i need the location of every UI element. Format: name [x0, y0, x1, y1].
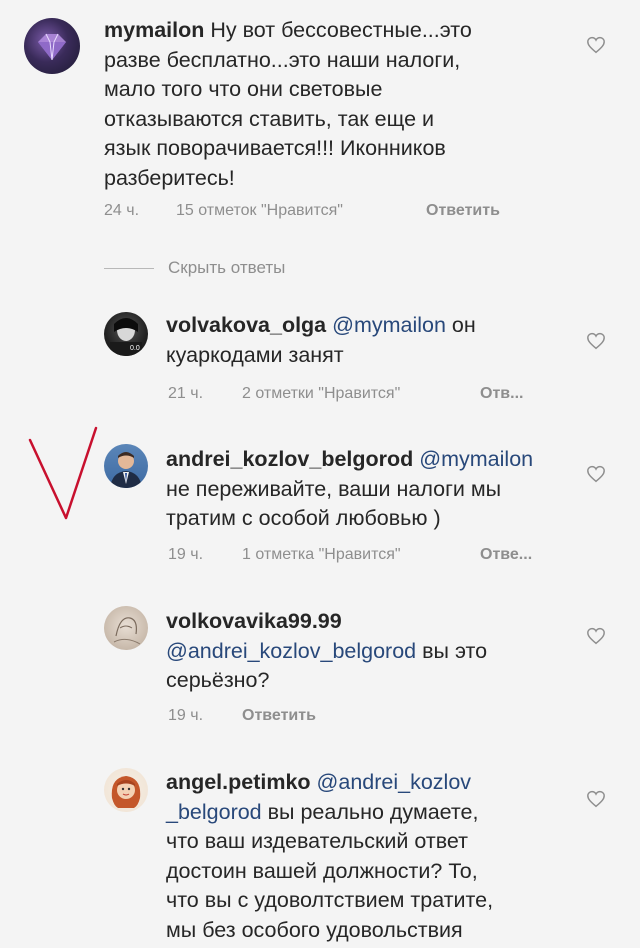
timestamp: 24 ч. — [104, 202, 140, 219]
comment-line: язык поворачивается!!! Иконников — [104, 136, 446, 160]
mention-link[interactable]: @mymailon — [413, 447, 533, 471]
sketch-portrait-icon — [113, 617, 141, 645]
username[interactable]: volvakova_olga — [166, 313, 326, 337]
comment-text: volvakova_olga @mymailon он куаркодами з… — [166, 311, 556, 370]
heart-outline-icon[interactable] — [586, 332, 606, 350]
comment-body: вы реально думаете, — [261, 799, 479, 824]
comment-line: достоин вашей должности? То, — [166, 858, 478, 883]
comment-line: разве бесплатно...это наши налоги, — [104, 47, 461, 72]
comment-text: mymailon Ну вот бессовестные...это разве… — [104, 16, 544, 193]
comment-text: angel.petimko @andrei_kozlov _belgorod в… — [166, 768, 576, 945]
checkmark-annotation — [28, 426, 98, 520]
mention-link[interactable]: @mymailon — [326, 313, 446, 337]
person-photo-icon — [110, 452, 142, 488]
diamond-icon — [38, 33, 66, 61]
avatar[interactable] — [24, 18, 80, 74]
heart-outline-icon[interactable] — [586, 36, 606, 54]
comment-body: вы это — [416, 638, 488, 663]
reply-button[interactable]: Отв... — [480, 385, 523, 403]
comment-text: volkovavika99.99 @andrei_kozlov_belgorod… — [166, 607, 566, 696]
comment-body: Ну вот бессовестные...это — [204, 18, 472, 42]
comment-line: мало того что они световые — [104, 77, 383, 101]
reply-button[interactable]: Ответить — [242, 707, 316, 725]
heart-outline-icon[interactable] — [586, 465, 606, 483]
comment-line: что вы с удоволтствием тратите, — [166, 888, 494, 912]
comment-text: andrei_kozlov_belgorod @mymailon не пере… — [166, 445, 566, 534]
timestamp: 19 ч. — [168, 546, 204, 563]
avatar[interactable]: 0.0 — [104, 312, 148, 356]
likes-count[interactable]: 1 отметка "Нравится" — [242, 546, 401, 564]
timestamp: 21 ч. — [168, 385, 204, 402]
username[interactable]: angel.petimko — [166, 770, 311, 794]
avatar[interactable] — [104, 606, 148, 650]
svg-text:0.0: 0.0 — [130, 345, 140, 352]
comment-line: разберитесь! — [104, 165, 235, 190]
likes-count[interactable]: 15 отметок "Нравится" — [176, 202, 343, 220]
avatar[interactable] — [104, 768, 148, 812]
avatar[interactable] — [104, 444, 148, 488]
cartoon-girl-icon — [111, 776, 141, 808]
likes-count[interactable]: 2 отметки "Нравится" — [242, 385, 400, 403]
mention-link[interactable]: @andrei_kozlov — [311, 770, 472, 794]
comment-line: что ваш издевательский ответ — [166, 829, 469, 853]
username[interactable]: volkovavika99.99 — [166, 609, 342, 633]
username[interactable]: mymailon — [104, 18, 204, 42]
divider — [104, 268, 154, 269]
timestamp: 19 ч. — [168, 707, 204, 724]
comment-line: серьёзно? — [166, 668, 270, 692]
comment-line: отказываются ставить, так еще и — [104, 106, 435, 131]
hide-replies-label: Скрыть ответы — [168, 258, 286, 277]
username[interactable]: andrei_kozlov_belgorod — [166, 447, 413, 471]
comment-line: куаркодами занят — [166, 342, 344, 367]
person-photo-icon: 0.0 — [110, 318, 142, 356]
comment-line: тратим с особой любовью ) — [166, 506, 441, 530]
mention-link-continued[interactable]: _belgorod — [166, 800, 262, 824]
mention-link[interactable]: @andrei_kozlov_belgorod — [166, 639, 416, 663]
comment-line: не переживайте, ваши налоги мы — [166, 476, 502, 501]
reply-button[interactable]: Ответить — [426, 202, 500, 220]
heart-outline-icon[interactable] — [586, 790, 606, 808]
reply-button[interactable]: Отве... — [480, 546, 532, 564]
comment-line: мы без особого удовольствия — [166, 917, 463, 942]
comment-body: он — [445, 313, 476, 337]
heart-outline-icon[interactable] — [586, 627, 606, 645]
